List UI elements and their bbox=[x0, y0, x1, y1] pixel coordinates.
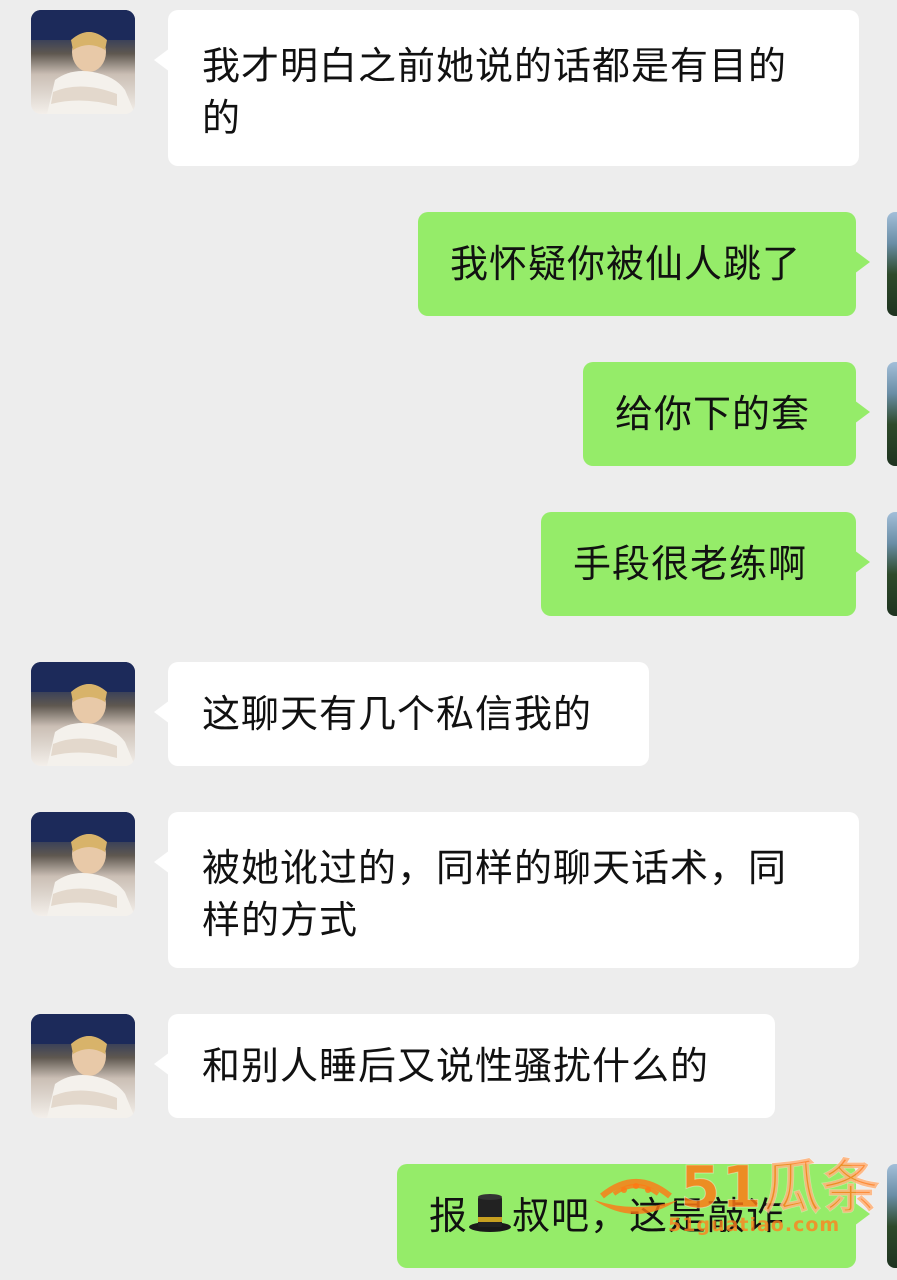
self-avatar[interactable] bbox=[887, 212, 897, 316]
chat-message-list[interactable]: 我才明白之前她说的话都是有目的的 我怀疑你被仙人跳了 给你下的套 手段很老练啊 … bbox=[0, 0, 897, 1280]
message-text: 这聊天有几个私信我的 bbox=[202, 692, 593, 736]
avatar-photo-icon bbox=[31, 10, 135, 114]
contact-avatar[interactable] bbox=[31, 662, 135, 766]
self-avatar[interactable] bbox=[887, 512, 897, 616]
message-text: 我怀疑你被仙人跳了 bbox=[450, 242, 802, 286]
message-text: 报 叔吧，这是敲诈 bbox=[429, 1190, 826, 1242]
message-bubble-outgoing[interactable]: 我怀疑你被仙人跳了 bbox=[418, 212, 870, 316]
message-text: 给你下的套 bbox=[615, 392, 811, 436]
self-avatar[interactable] bbox=[887, 362, 897, 466]
message-bubble-outgoing[interactable]: 手段很老练啊 bbox=[541, 512, 870, 616]
contact-avatar[interactable] bbox=[31, 10, 135, 114]
message-text: 和别人睡后又说性骚扰什么的 bbox=[202, 1044, 710, 1088]
self-avatar[interactable] bbox=[887, 1164, 897, 1268]
message-bubble-incoming[interactable]: 被她讹过的，同样的聊天话术，同样的方式 bbox=[154, 812, 859, 968]
message-bubble-outgoing[interactable]: 报 叔吧，这是敲诈 bbox=[397, 1164, 870, 1268]
message-text: 我才明白之前她说的话都是有目的的 bbox=[202, 44, 788, 140]
message-text: 被她讹过的，同样的聊天话术，同样的方式 bbox=[202, 846, 788, 942]
contact-avatar[interactable] bbox=[31, 1014, 135, 1118]
message-bubble-incoming[interactable]: 我才明白之前她说的话都是有目的的 bbox=[154, 10, 859, 166]
message-bubble-incoming[interactable]: 和别人睡后又说性骚扰什么的 bbox=[154, 1014, 775, 1118]
avatar-photo-icon bbox=[31, 662, 135, 766]
message-text-part: 报 bbox=[429, 1194, 469, 1238]
message-text: 手段很老练啊 bbox=[573, 542, 808, 586]
avatar-photo-icon bbox=[31, 812, 135, 916]
message-bubble-outgoing[interactable]: 给你下的套 bbox=[583, 362, 870, 466]
contact-avatar[interactable] bbox=[31, 812, 135, 916]
top-hat-emoji-icon bbox=[469, 1194, 512, 1232]
message-text-part: 叔吧，这是敲诈 bbox=[512, 1194, 786, 1238]
message-bubble-incoming[interactable]: 这聊天有几个私信我的 bbox=[154, 662, 649, 766]
avatar-photo-icon bbox=[31, 1014, 135, 1118]
